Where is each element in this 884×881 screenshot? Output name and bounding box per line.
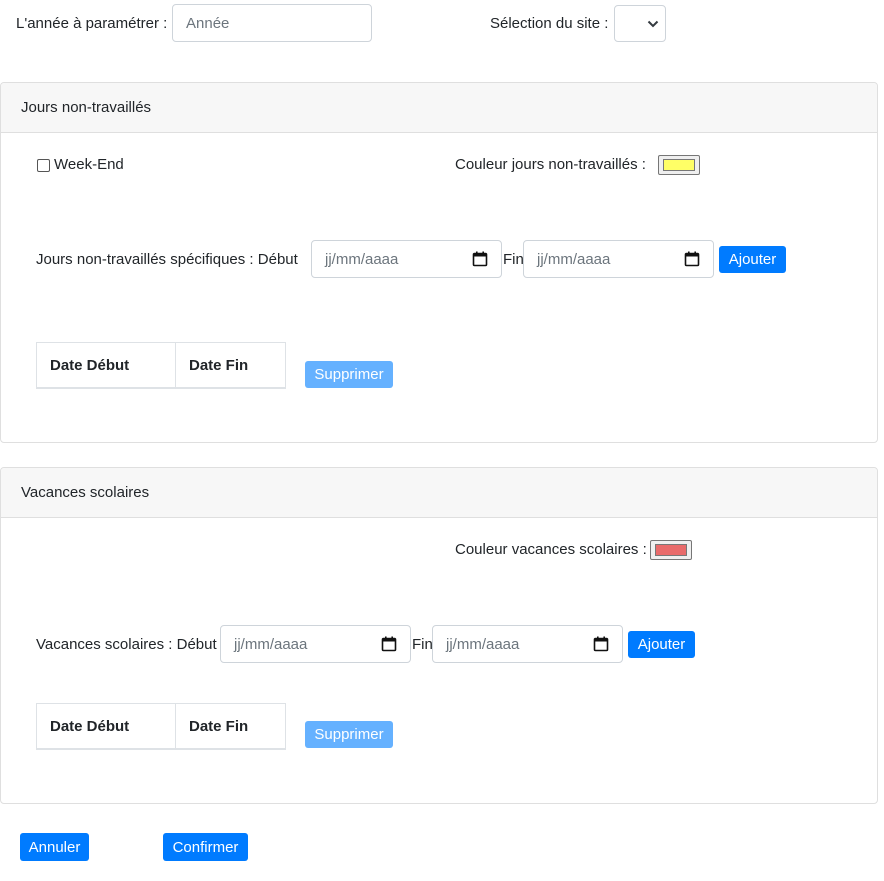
non-worked-color-picker[interactable] — [658, 155, 700, 175]
non-worked-color-swatch — [663, 159, 695, 171]
non-worked-days-card: Jours non-travaillés Week-End Couleur jo… — [0, 82, 878, 443]
specific-start-placeholder: jj/mm/aaaa — [325, 250, 399, 268]
holidays-end-label: Fin — [412, 636, 433, 653]
non-worked-days-header: Jours non-travaillés — [1, 83, 877, 133]
holidays-end-placeholder: jj/mm/aaaa — [446, 635, 520, 653]
calendar-icon[interactable] — [593, 636, 609, 652]
year-input[interactable]: Année — [172, 4, 372, 42]
cancel-button[interactable]: Annuler — [20, 833, 89, 861]
school-holidays-header: Vacances scolaires — [1, 468, 877, 518]
delete-holiday-button[interactable]: Supprimer — [305, 721, 393, 748]
site-label: Sélection du site : — [490, 15, 609, 32]
confirm-button[interactable]: Confirmer — [163, 833, 248, 861]
calendar-icon[interactable] — [381, 636, 397, 652]
specific-days-label: Jours non-travaillés spécifiques : Début — [36, 251, 298, 268]
add-holiday-button[interactable]: Ajouter — [628, 631, 695, 658]
school-holidays-table: Date Début Date Fin — [36, 703, 286, 750]
holidays-end-date-input[interactable]: jj/mm/aaaa — [432, 625, 623, 663]
weekend-checkbox[interactable] — [37, 159, 50, 172]
column-header-end: Date Fin — [175, 342, 286, 389]
specific-end-label: Fin — [503, 251, 524, 268]
table-header-row: Date Début Date Fin — [36, 703, 286, 750]
specific-end-placeholder: jj/mm/aaaa — [537, 250, 611, 268]
site-select[interactable] — [614, 5, 666, 42]
non-worked-color-label: Couleur jours non-travaillés : — [455, 156, 646, 173]
specific-start-date-input[interactable]: jj/mm/aaaa — [311, 240, 502, 278]
holidays-start-placeholder: jj/mm/aaaa — [234, 635, 308, 653]
chevron-down-icon — [647, 20, 659, 28]
holidays-color-swatch — [655, 544, 687, 556]
school-holidays-title: Vacances scolaires — [21, 484, 150, 501]
year-placeholder: Année — [186, 14, 230, 32]
delete-non-worked-button[interactable]: Supprimer — [305, 361, 393, 388]
non-worked-days-table: Date Début Date Fin — [36, 342, 286, 389]
year-label: L'année à paramétrer : — [16, 15, 168, 32]
school-holidays-card: Vacances scolaires Couleur vacances scol… — [0, 467, 878, 804]
holidays-range-label: Vacances scolaires : Début — [36, 636, 217, 653]
column-header-start: Date Début — [36, 342, 176, 389]
add-specific-day-button[interactable]: Ajouter — [719, 246, 786, 273]
column-header-end: Date Fin — [175, 703, 286, 750]
weekend-label: Week-End — [54, 156, 124, 173]
holidays-color-picker[interactable] — [650, 540, 692, 560]
calendar-icon[interactable] — [472, 251, 488, 267]
holidays-start-date-input[interactable]: jj/mm/aaaa — [220, 625, 411, 663]
holidays-color-label: Couleur vacances scolaires : — [455, 541, 647, 558]
calendar-icon[interactable] — [684, 251, 700, 267]
specific-end-date-input[interactable]: jj/mm/aaaa — [523, 240, 714, 278]
table-header-row: Date Début Date Fin — [36, 342, 286, 389]
non-worked-days-title: Jours non-travaillés — [21, 99, 152, 116]
column-header-start: Date Début — [36, 703, 176, 750]
